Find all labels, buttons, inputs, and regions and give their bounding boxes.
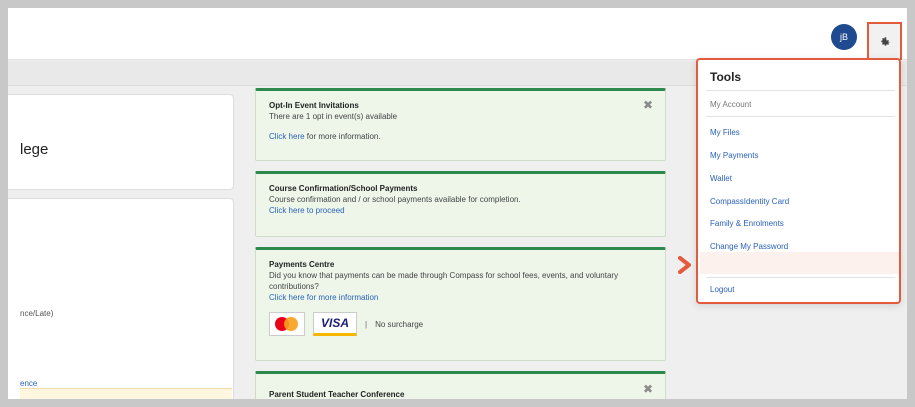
course-confirmation-card: Course Confirmation/School Payments Cour… — [255, 171, 666, 237]
attendance-card: nce/Late) ence — [8, 198, 234, 399]
card-title: Parent Student Teacher Conference — [269, 390, 405, 399]
visa-logo-text: VISA — [320, 315, 349, 330]
menu-divider — [706, 116, 895, 117]
menu-divider — [706, 277, 895, 278]
menu-item-wallet[interactable]: Wallet — [710, 174, 732, 183]
tools-title: Tools — [710, 70, 742, 84]
card-title: Opt-In Event Invitations — [269, 101, 359, 110]
menu-item-identity-card[interactable]: CompassIdentity Card — [710, 197, 789, 206]
more-info-link[interactable]: Click here for more information — [269, 292, 652, 303]
menu-item-family-enrolments[interactable]: Family & Enrolments — [710, 219, 784, 228]
close-icon[interactable]: ✖ — [643, 99, 653, 111]
card-link-suffix: for more information. — [304, 132, 381, 141]
mastercard-icon — [269, 312, 305, 336]
school-info-card: lege — [8, 94, 234, 190]
settings-button[interactable] — [867, 22, 902, 60]
close-icon[interactable]: ✖ — [643, 383, 653, 395]
card-text: Course confirmation and / or school paym… — [269, 195, 521, 204]
conference-card: ✖ Parent Student Teacher Conference — [255, 371, 666, 399]
college-name-fragment: lege — [20, 141, 49, 158]
menu-item-my-files[interactable]: My Files — [710, 128, 740, 137]
app-frame: jB lege nce/Late) ence ✖ Opt-In Event In… — [8, 8, 907, 399]
card-text: There are 1 opt in event(s) available — [269, 112, 398, 121]
menu-item-change-password[interactable]: Change My Password — [710, 242, 788, 251]
click-here-link[interactable]: Click here — [269, 132, 305, 141]
top-bar: jB — [8, 8, 907, 60]
chevron-right-icon — [678, 256, 691, 274]
card-title: Payments Centre — [269, 260, 335, 269]
highlighted-menu-row[interactable] — [700, 252, 899, 274]
menu-divider — [706, 90, 895, 91]
tools-menu: Tools My Account My Files My Payments Wa… — [696, 58, 901, 304]
payment-methods: VISA | No surcharge — [269, 312, 652, 336]
menu-item-my-payments[interactable]: My Payments — [710, 151, 758, 160]
visa-icon: VISA — [313, 312, 357, 336]
gear-icon — [880, 37, 890, 46]
avatar-initials: jB — [839, 32, 848, 42]
surcharge-label: No surcharge — [375, 319, 424, 329]
user-avatar[interactable]: jB — [831, 24, 857, 50]
card-title: Course Confirmation/School Payments — [269, 184, 418, 193]
menu-item-logout[interactable]: Logout — [710, 285, 734, 294]
proceed-link[interactable]: Click here to proceed — [269, 205, 652, 216]
card-text: Did you know that payments can be made t… — [269, 271, 619, 291]
attendance-status-fragment: nce/Late) — [20, 309, 54, 318]
opt-in-events-card: ✖ Opt-In Event Invitations There are 1 o… — [255, 88, 666, 161]
separator: | — [365, 319, 368, 329]
attendance-link-fragment[interactable]: ence — [20, 379, 37, 388]
my-account-heading: My Account — [710, 100, 752, 109]
notice-strip — [20, 388, 232, 399]
payments-centre-card: Payments Centre Did you know that paymen… — [255, 247, 666, 361]
